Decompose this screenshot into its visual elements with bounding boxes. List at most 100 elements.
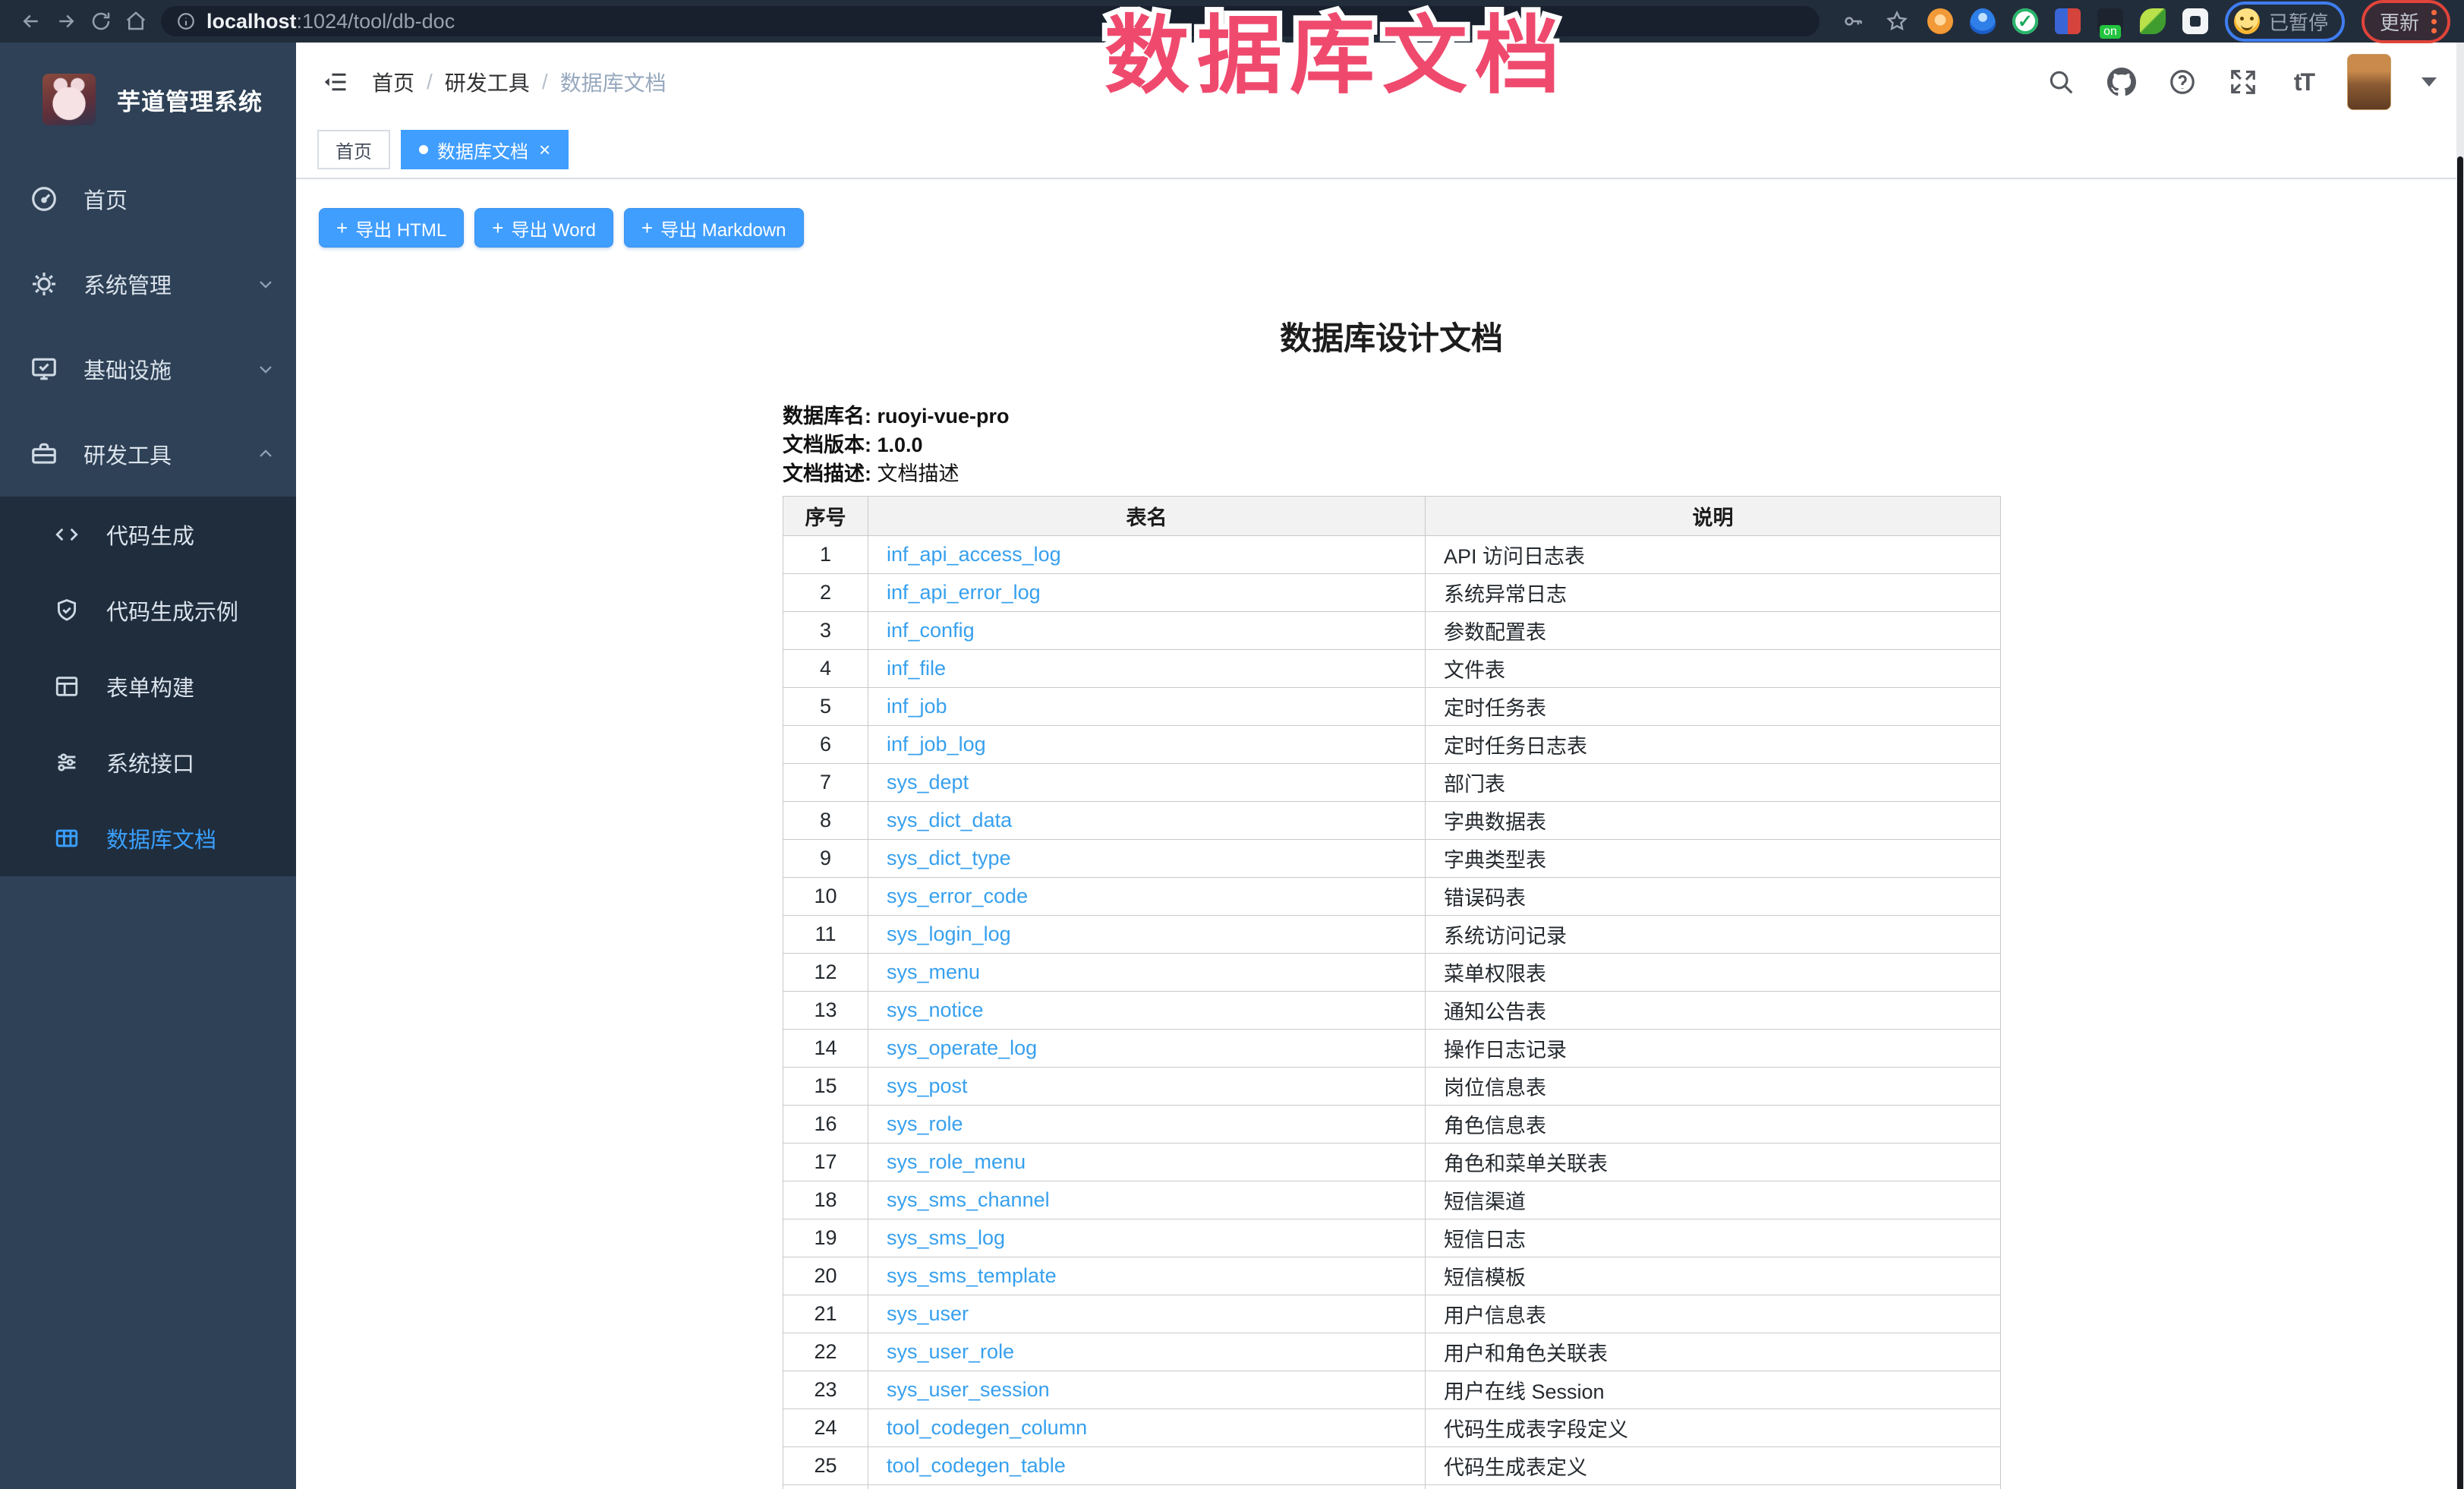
sidebar-item-codegen[interactable]: 代码生成 [0, 497, 296, 573]
table-row: 23sys_user_session用户在线 Session [783, 1371, 2001, 1409]
table-name-link[interactable]: sys_role_menu [887, 1150, 1026, 1173]
row-index: 10 [783, 878, 868, 916]
sidebar-item-label: 表单构建 [106, 670, 276, 702]
sidebar-logo-row[interactable]: 芋道管理系统 [0, 43, 296, 156]
plus-icon: + [492, 216, 503, 240]
font-size-icon[interactable]: tT [2286, 65, 2321, 99]
help-icon[interactable] [2165, 65, 2200, 99]
table-row: 12sys_menu菜单权限表 [783, 954, 2001, 992]
export-html-button[interactable]: +导出 HTML [319, 208, 464, 248]
gear-icon [27, 267, 61, 301]
row-index: 24 [783, 1409, 868, 1447]
tab-close-icon[interactable]: × [539, 140, 550, 159]
password-key-icon[interactable] [1839, 8, 1867, 35]
row-description: 通知公告表 [1426, 992, 2001, 1030]
table-name-link[interactable]: inf_job [887, 695, 947, 718]
sidebar-item-api[interactable]: 系统接口 [0, 724, 296, 800]
table-name-link[interactable]: sys_user_session [887, 1378, 1050, 1401]
table-name-link[interactable]: sys_dict_data [887, 809, 1012, 831]
sidebar-submenu-devtools: 代码生成 代码生成示例 表单构建 [0, 497, 296, 876]
paused-chip[interactable]: 已暂停 [2225, 2, 2345, 42]
sidebar-item-label: 研发工具 [83, 438, 255, 470]
tab-label: 数据库文档 [437, 137, 528, 163]
export-button-row: +导出 HTML +导出 Word +导出 Markdown [319, 208, 2464, 248]
export-word-button[interactable]: +导出 Word [474, 208, 613, 248]
fullscreen-icon[interactable] [2226, 65, 2261, 99]
sidebar-item-devtools[interactable]: 研发工具 [0, 412, 296, 497]
table-name-link[interactable]: tool_codegen_table [887, 1454, 1066, 1477]
chevron-down-icon[interactable] [2421, 77, 2437, 87]
avatar[interactable] [2347, 54, 2391, 110]
table-row: 5inf_job定时任务表 [783, 688, 2001, 726]
extension-leaf-icon[interactable] [2140, 8, 2166, 34]
sidebar-item-label: 系统管理 [83, 268, 255, 300]
tags-view-bar: 首页 数据库文档 × [296, 121, 2464, 179]
row-description: 文件表 [1426, 650, 2001, 688]
page-scrollbar[interactable] [2456, 43, 2464, 1489]
site-info-icon[interactable] [176, 11, 196, 31]
table-name-link[interactable]: inf_api_access_log [887, 543, 1061, 566]
sidebar-item-db-doc[interactable]: 数据库文档 [0, 800, 296, 876]
search-icon[interactable] [2043, 65, 2078, 99]
browser-home-button[interactable] [118, 4, 153, 39]
form-layout-icon [50, 670, 83, 703]
sidebar-item-infra[interactable]: 基础设施 [0, 327, 296, 412]
table-row: 24tool_codegen_column代码生成表字段定义 [783, 1409, 2001, 1447]
row-description: 菜单权限表 [1426, 954, 2001, 992]
table-name-link[interactable]: sys_sms_channel [887, 1188, 1050, 1211]
table-name-link[interactable]: sys_error_code [887, 885, 1028, 907]
sidebar-item-codegen-demo[interactable]: 代码生成示例 [0, 573, 296, 648]
address-bar[interactable]: localhost:1024/tool/db-doc [161, 6, 1820, 36]
extension-check-icon[interactable] [2012, 8, 2038, 34]
table-name-link[interactable]: sys_dict_type [887, 847, 1011, 869]
github-icon[interactable] [2104, 65, 2139, 99]
sidebar-item-form-builder[interactable]: 表单构建 [0, 648, 296, 724]
column-header-desc: 说明 [1426, 497, 2001, 536]
table-row: 20sys_sms_template短信模板 [783, 1257, 2001, 1295]
browser-menu-icon[interactable] [2431, 10, 2437, 33]
table-name-link[interactable]: inf_file [887, 657, 946, 680]
page: localhost:1024/tool/db-doc 已暂停 更新 [0, 0, 2464, 1489]
table-name-link[interactable]: sys_sms_log [887, 1226, 1005, 1249]
browser-actions: 已暂停 更新 [1839, 0, 2450, 43]
extension-icon[interactable] [1927, 8, 1953, 34]
sidebar-item-system[interactable]: 系统管理 [0, 241, 296, 327]
sidebar: 芋道管理系统 首页 系统管理 [0, 43, 296, 1489]
sidebar-item-label: 基础设施 [83, 353, 255, 385]
extension-pin-icon[interactable] [1970, 8, 1996, 34]
table-name-link[interactable]: sys_notice [887, 998, 984, 1021]
bookmark-star-icon[interactable] [1883, 8, 1911, 35]
table-name-link[interactable]: sys_user [887, 1302, 969, 1325]
table-name-link[interactable]: tool_codegen_column [887, 1416, 1087, 1439]
table-name-link[interactable]: sys_login_log [887, 923, 1011, 945]
scrollbar-thumb[interactable] [2457, 156, 2463, 1489]
extension-on-badge-icon[interactable] [2097, 8, 2123, 34]
sidebar-item-home[interactable]: 首页 [0, 156, 296, 241]
browser-forward-button[interactable] [49, 4, 83, 39]
sidebar-fold-icon[interactable] [317, 64, 354, 100]
table-name-link[interactable]: sys_role [887, 1112, 963, 1135]
browser-update-chip[interactable]: 更新 [2362, 0, 2450, 43]
extensions-puzzle-icon[interactable] [2182, 8, 2208, 34]
table-name-link[interactable]: sys_sms_template [887, 1264, 1057, 1287]
export-markdown-button[interactable]: +导出 Markdown [624, 208, 804, 248]
browser-back-button[interactable] [14, 4, 49, 39]
browser-reload-button[interactable] [83, 4, 118, 39]
table-name-link[interactable]: sys_dept [887, 771, 969, 793]
breadcrumb-separator: / [427, 70, 433, 94]
tab-home[interactable]: 首页 [317, 130, 390, 169]
table-name-link[interactable]: sys_user_role [887, 1340, 1014, 1363]
breadcrumb-home[interactable]: 首页 [372, 67, 414, 97]
row-description: 字典数据表 [1426, 802, 2001, 840]
row-description: API 访问日志表 [1426, 536, 2001, 574]
table-name-link[interactable]: sys_post [887, 1074, 968, 1097]
table-name-link[interactable]: inf_job_log [887, 733, 986, 756]
row-index: 7 [783, 764, 868, 802]
table-name-link[interactable]: sys_operate_log [887, 1036, 1037, 1059]
table-name-link[interactable]: sys_menu [887, 961, 980, 983]
row-description: 错误码表 [1426, 878, 2001, 916]
table-name-link[interactable]: inf_config [887, 619, 975, 642]
tab-db-doc[interactable]: 数据库文档 × [401, 130, 569, 169]
extension-grid-icon[interactable] [2055, 8, 2081, 34]
table-name-link[interactable]: inf_api_error_log [887, 581, 1041, 604]
